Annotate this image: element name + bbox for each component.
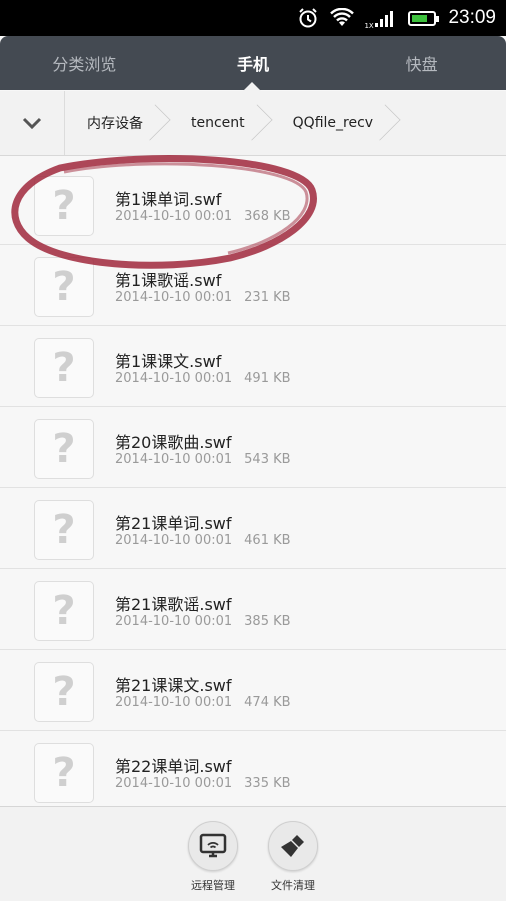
tab-phone[interactable]: 手机 <box>169 51 338 75</box>
remote-manage-icon <box>188 821 238 871</box>
file-meta: 2014-10-10 00:01 335 KB <box>115 776 291 791</box>
status-bar: 1X 23:09 <box>0 0 506 36</box>
breadcrumb-label: 内存设备 <box>87 116 143 132</box>
file-clean-button[interactable]: 文件清理 <box>258 821 328 893</box>
unknown-file-icon: ? <box>34 338 94 398</box>
breadcrumb-expand-button[interactable] <box>0 91 65 155</box>
file-meta: 2014-10-10 00:01 231 KB <box>115 290 291 305</box>
file-name: 第21课单词.swf <box>115 514 232 533</box>
breadcrumb-item-qqfile-recv[interactable]: QQfile_recv <box>271 91 399 155</box>
battery-icon <box>408 10 440 26</box>
unknown-file-icon: ? <box>34 419 94 479</box>
file-clean-icon <box>268 821 318 871</box>
list-item[interactable]: ? 第1课单词.swf 2014-10-10 00:01 368 KB <box>0 164 506 245</box>
file-size: 461 KB <box>244 533 291 548</box>
breadcrumb-label: tencent <box>191 115 245 131</box>
unknown-file-icon: ? <box>34 743 94 803</box>
breadcrumb-item-tencent[interactable]: tencent <box>169 91 271 155</box>
file-name: 第22课单词.swf <box>115 757 232 776</box>
file-size: 335 KB <box>244 776 291 791</box>
file-size: 543 KB <box>244 452 291 467</box>
file-name: 第1课歌谣.swf <box>115 271 222 290</box>
file-list: ? 第1课单词.swf 2014-10-10 00:01 368 KB ? 第1课… <box>0 164 506 812</box>
list-item[interactable]: ? 第1课歌谣.swf 2014-10-10 00:01 231 KB <box>0 245 506 326</box>
tab-kuaipan[interactable]: 快盘 <box>337 51 506 75</box>
bottom-action-bar: 远程管理 文件清理 <box>0 806 506 901</box>
file-date: 2014-10-10 00:01 <box>115 209 233 224</box>
file-date: 2014-10-10 00:01 <box>115 371 233 386</box>
breadcrumb: 内存设备 tencent QQfile_recv <box>0 91 506 156</box>
file-date: 2014-10-10 00:01 <box>115 695 233 710</box>
remote-manage-label: 远程管理 <box>191 879 235 892</box>
file-name: 第1课课文.swf <box>115 352 222 371</box>
file-meta: 2014-10-10 00:01 474 KB <box>115 695 291 710</box>
signal-icon: 1X <box>364 6 398 30</box>
file-date: 2014-10-10 00:01 <box>115 290 233 305</box>
active-tab-pointer <box>243 82 261 91</box>
file-size: 474 KB <box>244 695 291 710</box>
file-meta: 2014-10-10 00:01 543 KB <box>115 452 291 467</box>
file-date: 2014-10-10 00:01 <box>115 533 233 548</box>
unknown-file-icon: ? <box>34 176 94 236</box>
file-date: 2014-10-10 00:01 <box>115 614 233 629</box>
wifi-icon <box>330 6 355 30</box>
file-date: 2014-10-10 00:01 <box>115 776 233 791</box>
file-name: 第1课单词.swf <box>115 190 222 209</box>
file-size: 368 KB <box>244 209 291 224</box>
list-item[interactable]: ? 第21课单词.swf 2014-10-10 00:01 461 KB <box>0 488 506 569</box>
file-meta: 2014-10-10 00:01 461 KB <box>115 533 291 548</box>
unknown-file-icon: ? <box>34 581 94 641</box>
file-size: 491 KB <box>244 371 291 386</box>
breadcrumb-item-internal-storage[interactable]: 内存设备 <box>65 91 169 155</box>
alarm-icon <box>296 6 320 30</box>
file-size: 385 KB <box>244 614 291 629</box>
file-meta: 2014-10-10 00:01 385 KB <box>115 614 291 629</box>
unknown-file-icon: ? <box>34 500 94 560</box>
list-item[interactable]: ? 第20课歌曲.swf 2014-10-10 00:01 543 KB <box>0 407 506 488</box>
chevron-down-icon <box>22 117 42 129</box>
unknown-file-icon: ? <box>34 257 94 317</box>
file-name: 第20课歌曲.swf <box>115 433 232 452</box>
file-size: 231 KB <box>244 290 291 305</box>
file-name: 第21课歌谣.swf <box>115 595 232 614</box>
unknown-file-icon: ? <box>34 662 94 722</box>
list-item[interactable]: ? 第1课课文.swf 2014-10-10 00:01 491 KB <box>0 326 506 407</box>
network-badge: 1X <box>364 22 374 30</box>
tab-category-browse[interactable]: 分类浏览 <box>0 51 169 75</box>
file-name: 第21课课文.swf <box>115 676 232 695</box>
list-item[interactable]: ? 第22课单词.swf 2014-10-10 00:01 335 KB <box>0 731 506 812</box>
list-item[interactable]: ? 第21课歌谣.swf 2014-10-10 00:01 385 KB <box>0 569 506 650</box>
remote-manage-button[interactable]: 远程管理 <box>178 821 248 893</box>
status-time: 23:09 <box>448 7 496 28</box>
file-date: 2014-10-10 00:01 <box>115 452 233 467</box>
file-meta: 2014-10-10 00:01 491 KB <box>115 371 291 386</box>
file-meta: 2014-10-10 00:01 368 KB <box>115 209 291 224</box>
list-item[interactable]: ? 第21课课文.swf 2014-10-10 00:01 474 KB <box>0 650 506 731</box>
breadcrumb-label: QQfile_recv <box>292 115 374 131</box>
file-clean-label: 文件清理 <box>271 879 315 892</box>
